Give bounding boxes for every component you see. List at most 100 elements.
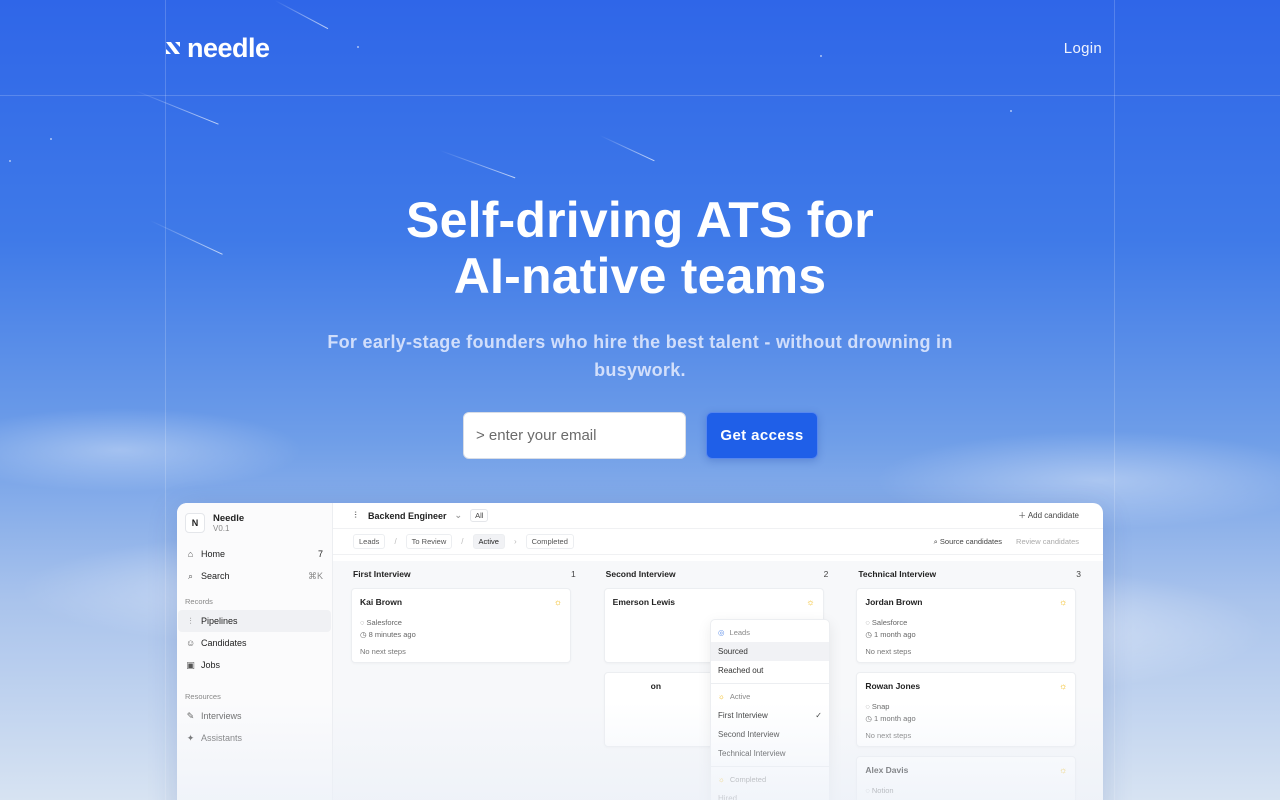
sidebar-item-label: Pipelines: [201, 616, 238, 626]
dropdown-item[interactable]: Technical Interview: [711, 744, 829, 763]
separator: /: [461, 537, 464, 546]
sidebar-item-home[interactable]: ⌂ Home 7: [178, 543, 331, 565]
email-input[interactable]: [463, 412, 686, 459]
candidate-card[interactable]: Kai Brown ☼ ◌ Salesforce ◷ 8 minutes ago …: [351, 588, 571, 663]
candidate-card[interactable]: Rowan Jones ☼ ◌ Snap ◷ 1 month ago No nex…: [856, 672, 1077, 747]
dropdown-item[interactable]: Hired: [711, 789, 829, 800]
tab-to-review[interactable]: To Review: [405, 534, 453, 549]
sidebar-item-candidates[interactable]: ☺ Candidates: [178, 632, 331, 654]
hero-subtitle: For early-stage founders who hire the be…: [327, 332, 953, 380]
candidate-time: 1 month ago: [873, 630, 916, 639]
grid-line: [165, 0, 166, 800]
kanban-column: First Interview 1 Kai Brown ☼ ◌ Salesforce…: [351, 569, 578, 800]
candidate-name: Kai Brown: [360, 597, 403, 607]
dropdown-group-label: Completed: [729, 775, 767, 784]
stage-tabs: Leads / To Review / Active › Completed ⌕…: [333, 529, 1103, 555]
candidate-next-steps: No next steps: [865, 647, 912, 656]
candidate-name: Rowan Jones: [865, 681, 921, 691]
workspace-switcher[interactable]: N Needle V0.1: [177, 503, 332, 543]
candidate-source: Salesforce: [366, 618, 402, 627]
candidate-time: 8 minutes ago: [368, 630, 416, 639]
review-candidates-button[interactable]: Review candidates: [1016, 537, 1079, 547]
candidate-source: Notion: [871, 786, 894, 795]
star: [50, 138, 52, 140]
sparkle-icon: ✦: [186, 732, 195, 743]
brand-logo[interactable]: needle: [165, 33, 270, 64]
candidate-name: Emerson Lewis: [612, 597, 676, 607]
light-streak: [274, 0, 329, 30]
dropdown-group-label: Active: [729, 692, 751, 701]
get-access-button[interactable]: Get access: [706, 412, 818, 459]
dropdown-divider: [711, 683, 829, 684]
pipeline-header: ⫶ Backend Engineer ⌄ All ＋ Add candidate: [333, 503, 1103, 529]
source-candidates-button[interactable]: ⌕ Source candidates: [934, 537, 1002, 547]
status-sun-icon: ☼: [1059, 597, 1068, 607]
check-icon: ✓: [815, 711, 822, 720]
workspace-name: Needle: [213, 513, 245, 524]
app-main: ⫶ Backend Engineer ⌄ All ＋ Add candidate…: [333, 503, 1103, 800]
home-icon: ⌂: [187, 548, 194, 559]
active-icon: ☼: [718, 692, 725, 701]
stage-dropdown-menu: ◎ Leads Sourced Reached out ☼ Active First…: [710, 619, 830, 800]
candidate-next-steps: No next steps: [360, 647, 406, 656]
candidate-card[interactable]: Jordan Brown ☼ ◌ Salesforce ◷ 1 month ago…: [856, 588, 1077, 663]
candidate-name: Alex Davis: [865, 765, 909, 775]
users-icon: ☺: [186, 637, 196, 648]
dropdown-divider: [711, 766, 829, 767]
clock-icon: ◷: [360, 630, 369, 639]
sidebar-section-resources: Resources: [185, 692, 221, 701]
leads-icon: ◎: [718, 628, 725, 637]
sidebar-item-label: Search: [201, 571, 230, 581]
add-candidate-label: Add candidate: [1027, 511, 1079, 520]
separator: ›: [513, 537, 517, 546]
status-sun-icon: ☼: [806, 597, 815, 607]
top-nav: needle Login: [165, 30, 1102, 66]
candidate-next-steps: No next steps: [865, 731, 912, 740]
clock-icon: ◷: [865, 714, 874, 723]
candidate-source: Snap: [871, 702, 890, 711]
status-sun-icon: ☼: [553, 597, 562, 607]
kanban-column: Technical Interview 3 Jordan Brown ☼ ◌ Sal…: [856, 569, 1083, 800]
separator: /: [394, 537, 397, 546]
candidate-name: on: [650, 681, 662, 691]
sidebar-item-assistants[interactable]: ✦ Assistants: [178, 727, 331, 749]
column-title: Second Interview: [605, 569, 676, 579]
header-divider: [0, 95, 1280, 96]
completed-icon: ☼: [718, 775, 725, 784]
job-selector[interactable]: Backend Engineer: [368, 511, 447, 521]
dropdown-item-selected[interactable]: First Interview ✓: [711, 706, 829, 725]
dropdown-item[interactable]: Reached out: [711, 661, 829, 680]
filter-pill[interactable]: All: [470, 509, 489, 522]
dropdown-item[interactable]: Sourced: [711, 642, 829, 661]
tab-completed[interactable]: Completed: [525, 534, 574, 549]
column-count: 2: [823, 569, 829, 579]
chevron-down-icon: ⌄: [454, 510, 463, 520]
tab-active[interactable]: Active: [472, 534, 505, 549]
dropdown-group-label: Leads: [729, 628, 750, 637]
status-sun-icon: ☼: [1059, 681, 1068, 691]
signup-form: Get access: [463, 412, 818, 459]
dropdown-item[interactable]: Second Interview: [711, 725, 829, 744]
search-icon: ⌕: [187, 570, 194, 581]
grid-line: [1114, 0, 1115, 800]
sidebar-item-label: Candidates: [201, 638, 247, 648]
light-streak: [439, 150, 516, 179]
sidebar-item-interviews[interactable]: ✎ Interviews: [178, 705, 331, 727]
candidate-card[interactable]: Alex Davis ☼ ◌ Notion: [856, 756, 1077, 800]
sidebar-item-pipelines[interactable]: ⫶ Pipelines: [178, 610, 331, 632]
sidebar-item-jobs[interactable]: ▣ Jobs: [178, 654, 331, 676]
pipeline-icon: ⫶: [354, 510, 357, 520]
hero-title-line1: Self-driving ATS for: [406, 192, 874, 248]
hero-section: Self-driving ATS for AI-native teams For…: [0, 192, 1280, 384]
sidebar-item-label: Home: [201, 549, 226, 559]
add-candidate-button[interactable]: ＋ Add candidate: [1018, 510, 1079, 521]
sidebar-item-search[interactable]: ⌕ Search ⌘K: [178, 565, 331, 587]
plus-icon: ＋: [1018, 511, 1027, 520]
sidebar-item-label: Jobs: [201, 660, 221, 670]
pipeline-icon: ⫶: [189, 615, 192, 626]
sidebar-section-records: Records: [185, 597, 213, 606]
login-link[interactable]: Login: [1064, 40, 1102, 57]
app-preview: N Needle V0.1 ⌂ Home 7 ⌕ Search ⌘K Records…: [177, 503, 1103, 800]
tab-leads[interactable]: Leads: [353, 534, 386, 549]
column-title: Technical Interview: [858, 569, 937, 579]
